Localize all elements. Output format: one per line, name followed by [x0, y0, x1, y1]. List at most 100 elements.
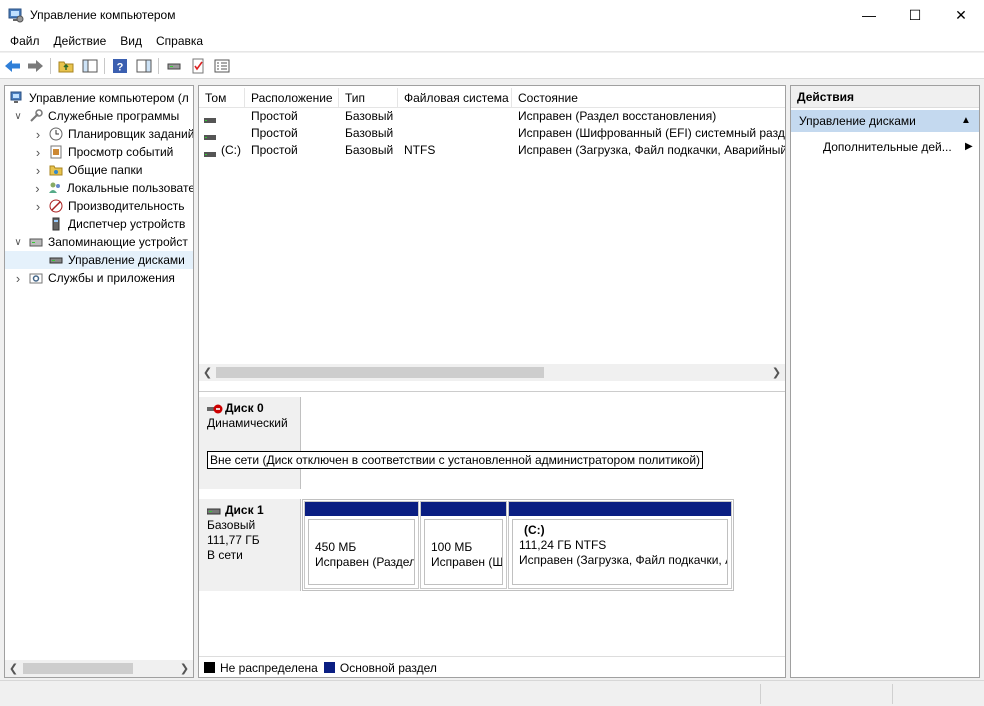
- tree-item[interactable]: › Производительность: [5, 197, 193, 215]
- minimize-button[interactable]: —: [846, 0, 892, 30]
- column-header-layout[interactable]: Расположение: [245, 88, 339, 108]
- tree-item[interactable]: Управление дисками: [5, 251, 193, 269]
- window-title: Управление компьютером: [30, 8, 176, 22]
- back-arrow-icon: [5, 60, 20, 72]
- tree-item-label: Просмотр событий: [68, 145, 174, 159]
- tree-item[interactable]: › Локальные пользовате: [5, 179, 193, 197]
- cell-layout: Простой: [251, 126, 298, 140]
- column-header-type[interactable]: Тип: [339, 88, 398, 108]
- column-header-volume[interactable]: Том: [199, 88, 245, 108]
- tree-item-label: Управление дисками: [68, 253, 185, 267]
- status-divider: [760, 684, 761, 704]
- help-button[interactable]: ?: [111, 57, 129, 75]
- expand-closed-icon[interactable]: ›: [33, 163, 43, 178]
- menu-file[interactable]: Файл: [3, 30, 47, 52]
- disk0-label[interactable]: Диск 0 Динамический: [199, 397, 301, 489]
- tree-item[interactable]: › Планировщик заданий: [5, 125, 193, 143]
- show-hide-tree-button[interactable]: [81, 57, 99, 75]
- menu-view[interactable]: Вид: [113, 30, 149, 52]
- expand-open-icon[interactable]: ∨: [13, 111, 23, 122]
- tree-item[interactable]: Диспетчер устройств: [5, 215, 193, 233]
- actions-pane: Действия Управление дисками ▲ Дополнител…: [790, 85, 980, 678]
- tree-item-label: Производительность: [68, 199, 185, 213]
- expand-closed-icon[interactable]: ›: [13, 271, 23, 286]
- disk1-state: В сети: [207, 548, 243, 562]
- connect-button[interactable]: [165, 57, 183, 75]
- cell-layout: Простой: [251, 109, 298, 123]
- close-button[interactable]: ✕: [938, 0, 984, 30]
- cell-status: Исправен (Шифрованный (EFI) системный ра…: [518, 126, 786, 140]
- expand-closed-icon[interactable]: ›: [33, 145, 43, 160]
- action-pane-icon: [136, 59, 152, 73]
- tree-item[interactable]: › Просмотр событий: [5, 143, 193, 161]
- tools-icon: [28, 108, 44, 124]
- more-actions-item[interactable]: Дополнительные дей... ▶: [791, 136, 979, 158]
- title-bar: Управление компьютером — ☐ ✕: [0, 0, 984, 30]
- event-viewer-icon: [48, 144, 64, 160]
- actions-group-disk-management[interactable]: Управление дисками ▲: [791, 110, 979, 132]
- check-button[interactable]: [189, 57, 207, 75]
- volume-row[interactable]: (C:) Простой Базовый NTFS Исправен (Загрузка…: [199, 142, 785, 159]
- scroll-thumb[interactable]: [216, 367, 544, 378]
- expand-open-icon[interactable]: ∨: [13, 237, 23, 248]
- submenu-arrow-icon: ▶: [965, 141, 973, 152]
- cell-status: Исправен (Раздел восстановления): [518, 109, 717, 123]
- volume-row[interactable]: Простой Базовый Исправен (Шифрованный (EFI…: [199, 125, 786, 142]
- menu-bar: Файл Действие Вид Справка: [0, 30, 984, 52]
- toolbar-separator: [104, 58, 105, 74]
- volume-row[interactable]: Простой Базовый Исправен (Раздел восстанов…: [199, 108, 785, 125]
- disk1-name: Диск 1: [225, 503, 264, 517]
- partition-c[interactable]: (C:) 111,24 ГБ NTFS Исправен (Загрузка, …: [508, 501, 732, 589]
- tree-item[interactable]: › Службы и приложения: [5, 269, 193, 287]
- menu-action[interactable]: Действие: [47, 30, 114, 52]
- disk0-offline-message[interactable]: Вне сети (Диск отключен в соответствии с…: [207, 451, 704, 469]
- tree-item[interactable]: › Общие папки: [5, 161, 193, 179]
- disk1-label[interactable]: Диск 1 Базовый 111,77 ГБ В сети: [199, 499, 301, 591]
- disk-icon: [207, 508, 221, 514]
- shared-folders-icon: [48, 162, 64, 178]
- scroll-left-icon[interactable]: ❮: [5, 660, 22, 677]
- maximize-button[interactable]: ☐: [892, 0, 938, 30]
- more-actions-label: Дополнительные дей...: [823, 140, 952, 154]
- cell-layout: Простой: [251, 143, 298, 157]
- partition-recovery[interactable]: 450 МБ Исправен (Раздел: [304, 501, 419, 589]
- partition-efi[interactable]: 100 МБ Исправен (Ш: [420, 501, 507, 589]
- forward-button[interactable]: [26, 57, 44, 75]
- properties-button[interactable]: [213, 57, 231, 75]
- column-header-status[interactable]: Состояние: [512, 88, 785, 108]
- menu-help[interactable]: Справка: [149, 30, 210, 52]
- checklist-icon: [192, 58, 204, 74]
- storage-icon: [28, 234, 44, 250]
- cell-fs: NTFS: [404, 143, 436, 157]
- scroll-right-icon[interactable]: ❯: [176, 660, 193, 677]
- tree-item-label: Диспетчер устройств: [68, 217, 186, 231]
- tree-item[interactable]: ∨ Запоминающие устройст: [5, 233, 193, 251]
- scroll-right-icon[interactable]: ❯: [768, 364, 785, 381]
- collapse-up-icon[interactable]: ▲: [961, 110, 971, 132]
- legend-unallocated-label: Не распределена: [220, 660, 318, 675]
- disk0-name: Диск 0: [225, 401, 264, 415]
- expand-closed-icon[interactable]: ›: [33, 199, 43, 214]
- tree-item[interactable]: Управление компьютером (л: [5, 89, 193, 107]
- tree-item-label: Запоминающие устройст: [48, 235, 188, 249]
- expand-closed-icon[interactable]: ›: [33, 127, 43, 142]
- scroll-thumb[interactable]: [23, 663, 133, 674]
- legend: Не распределена Основной раздел: [199, 656, 785, 677]
- expand-closed-icon[interactable]: ›: [33, 181, 42, 196]
- up-folder-button[interactable]: [57, 57, 75, 75]
- forward-arrow-icon: [28, 60, 43, 72]
- tree-item[interactable]: ∨ Служебные программы: [5, 107, 193, 125]
- toolbar: ?: [0, 53, 984, 79]
- scroll-left-icon[interactable]: ❮: [199, 364, 216, 381]
- cell-type: Базовый: [345, 126, 394, 140]
- volume-list-horizontal-scrollbar[interactable]: ❮ ❯: [199, 364, 785, 381]
- console-tree: Управление компьютером (л ∨ Служебные прог…: [4, 85, 194, 678]
- tree-horizontal-scrollbar[interactable]: ❮ ❯: [5, 660, 193, 677]
- show-action-pane-button[interactable]: [135, 57, 153, 75]
- column-header-filesystem[interactable]: Файловая система: [398, 88, 512, 108]
- partition-band: [305, 502, 418, 516]
- cell-volume: [199, 108, 245, 125]
- toolbar-separator: [158, 58, 159, 74]
- back-button[interactable]: [4, 57, 22, 75]
- disk-management-icon: [48, 252, 64, 268]
